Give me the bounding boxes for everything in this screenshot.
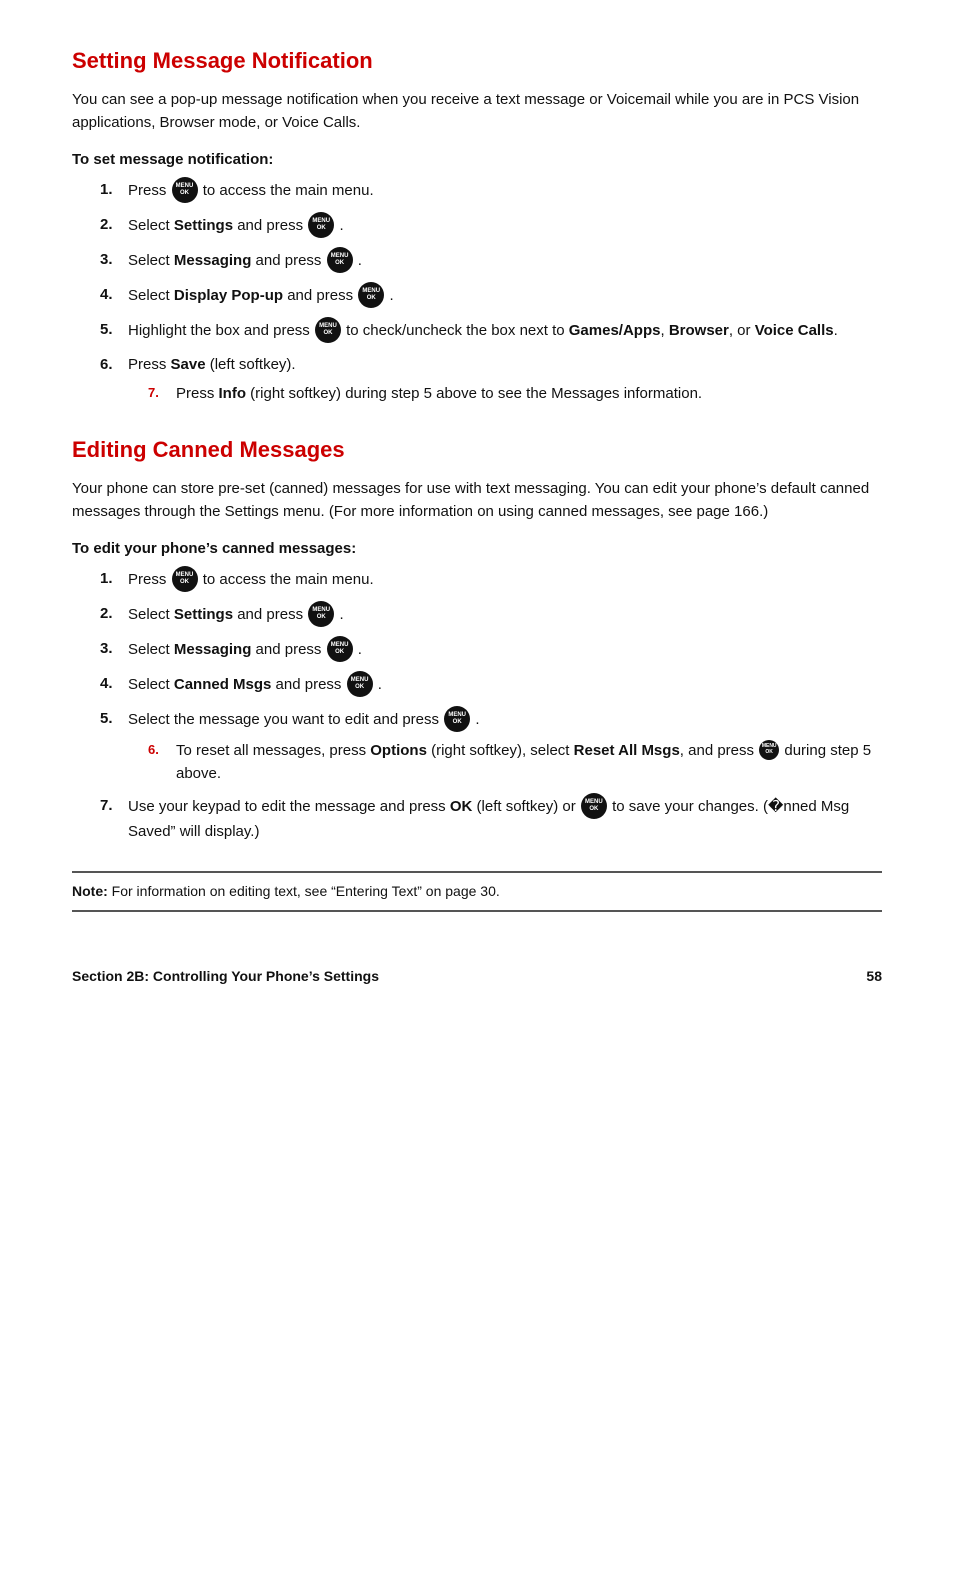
step-2-5-sub-1: To reset all messages, press Options (ri… (148, 739, 882, 786)
step-2-5-options-bold: Options (370, 742, 427, 759)
step-2-5-text-before: Select the message you want to edit and … (128, 710, 443, 727)
step-1-6-text-after: (left softkey). (206, 356, 296, 373)
step-2-2: Select Settings and press MENUOK . (100, 602, 882, 628)
step-1-2-bold: Settings (174, 216, 233, 233)
step-2-5: Select the message you want to edit and … (100, 707, 882, 786)
step-1-5: Highlight the box and press MENUOK to ch… (100, 318, 882, 344)
step-2-3-bold: Messaging (174, 640, 252, 657)
step-1-5-comma2: , or (729, 321, 755, 338)
step-2-2-text-mid: and press (233, 605, 307, 622)
step-1-4-bold: Display Pop-up (174, 286, 283, 303)
section1-title: Setting Message Notification (72, 48, 882, 74)
step-1-1-text-after: to access the main menu. (203, 181, 374, 198)
step-1-4-text-mid: and press (283, 286, 357, 303)
step-1-1-text-before: Press (128, 181, 171, 198)
step-2-2-bold: Settings (174, 605, 233, 622)
step-1-5-comma1: , (660, 321, 668, 338)
menu-icon-4: MENUOK (358, 282, 384, 308)
step-1-5-text-after: to check/uncheck the box next to (346, 321, 569, 338)
step-2-2-text-after: . (339, 605, 343, 622)
section1-steps: Press MENUOK to access the main menu. Se… (100, 178, 882, 406)
section2-steps: Press MENUOK to access the main menu. Se… (100, 567, 882, 844)
menu-icon-2-5-sub: MENUOK (759, 740, 779, 760)
menu-icon-1: MENUOK (172, 177, 198, 203)
note-text: For information on editing text, see “En… (112, 883, 500, 899)
note-box: Note: For information on editing text, s… (72, 871, 882, 912)
step-2-3-text-before: Select (128, 640, 174, 657)
step-1-4-text-after: . (389, 286, 393, 303)
step-1-1: Press MENUOK to access the main menu. (100, 178, 882, 204)
step-2-4-bold: Canned Msgs (174, 675, 272, 692)
menu-icon-2: MENUOK (308, 212, 334, 238)
step-1-6-text-before: Press (128, 356, 171, 373)
step-1-6-sub-1: Press Info (right softkey) during step 5… (148, 382, 882, 405)
step-1-3-text-before: Select (128, 251, 174, 268)
step-2-1-text-after: to access the main menu. (203, 570, 374, 587)
step-2-6-text-mid: (left softkey) or (472, 798, 580, 815)
step-1-5-bold-2: Browser (669, 321, 729, 338)
step-1-2-text-mid: and press (233, 216, 307, 233)
step-2-6-ok-bold: OK (450, 798, 473, 815)
menu-icon-2-3: MENUOK (327, 636, 353, 662)
section2-instruction-label: To edit your phone’s canned messages: (72, 540, 882, 557)
step-1-5-period: . (834, 321, 838, 338)
step-1-2-text-before: Select (128, 216, 174, 233)
step-1-4-text-before: Select (128, 286, 174, 303)
step-2-5-text-after: . (475, 710, 479, 727)
step-1-5-bold-1: Games/Apps (569, 321, 661, 338)
step-1-2-text-after: . (339, 216, 343, 233)
step-2-2-text-before: Select (128, 605, 174, 622)
menu-icon-2-4: MENUOK (347, 671, 373, 697)
step-1-3: Select Messaging and press MENUOK . (100, 248, 882, 274)
menu-icon-2-5: MENUOK (444, 706, 470, 732)
menu-icon-3: MENUOK (327, 247, 353, 273)
step-1-6-sub: Press Info (right softkey) during step 5… (148, 382, 882, 405)
step-1-4: Select Display Pop-up and press MENUOK . (100, 283, 882, 309)
step-1-6: Press Save (left softkey). Press Info (r… (100, 353, 882, 406)
step-2-4-text-after: . (378, 675, 382, 692)
footer-left: Section 2B: Controlling Your Phone’s Set… (72, 968, 379, 984)
step-1-2: Select Settings and press MENUOK . (100, 213, 882, 239)
step-1-5-bold-3: Voice Calls (755, 321, 834, 338)
step-2-3: Select Messaging and press MENUOK . (100, 637, 882, 663)
step-2-5-sub: To reset all messages, press Options (ri… (148, 739, 882, 786)
step-2-5-reset-bold: Reset All Msgs (574, 742, 680, 759)
step-2-1: Press MENUOK to access the main menu. (100, 567, 882, 593)
menu-icon-2-2: MENUOK (308, 601, 334, 627)
step-2-6: Use your keypad to edit the message and … (100, 794, 882, 843)
step-1-5-text-before: Highlight the box and press (128, 321, 314, 338)
section2-intro: Your phone can store pre-set (canned) me… (72, 477, 882, 524)
step-1-3-text-after: . (358, 251, 362, 268)
step-2-4: Select Canned Msgs and press MENUOK . (100, 672, 882, 698)
step-2-6-text-before: Use your keypad to edit the message and … (128, 798, 450, 815)
section1-intro: You can see a pop-up message notificatio… (72, 88, 882, 135)
step-2-1-text-before: Press (128, 570, 171, 587)
step-1-3-text-mid: and press (251, 251, 325, 268)
step-2-4-text-before: Select (128, 675, 174, 692)
note-label: Note: (72, 883, 108, 899)
footer-right: 58 (866, 968, 882, 984)
step-2-4-text-mid: and press (271, 675, 345, 692)
menu-icon-5: MENUOK (315, 317, 341, 343)
step-2-3-text-mid: and press (251, 640, 325, 657)
section1-instruction-label: To set message notification: (72, 151, 882, 168)
step-1-6-info-bold: Info (219, 385, 247, 402)
section2-title: Editing Canned Messages (72, 437, 882, 463)
step-1-6-bold: Save (171, 356, 206, 373)
step-1-3-bold: Messaging (174, 251, 252, 268)
menu-icon-2-6: MENUOK (581, 793, 607, 819)
footer: Section 2B: Controlling Your Phone’s Set… (72, 960, 882, 984)
step-2-3-text-after: . (358, 640, 362, 657)
menu-icon-2-1: MENUOK (172, 566, 198, 592)
